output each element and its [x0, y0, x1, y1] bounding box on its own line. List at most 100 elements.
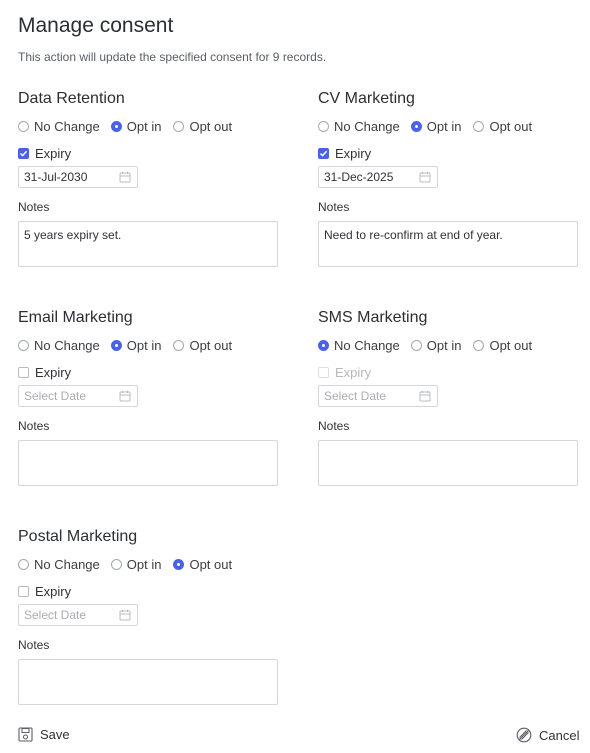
radio-opt-out[interactable]: Opt out	[173, 119, 232, 134]
notes-label: Notes	[318, 200, 350, 214]
radio-label: Opt in	[126, 118, 162, 134]
radio-label: No Change	[34, 118, 100, 134]
page-subtitle: This action will update the specified co…	[18, 50, 327, 64]
calendar-icon[interactable]	[119, 609, 131, 621]
radio-label: Opt in	[426, 118, 462, 134]
expiry-date-input[interactable]: 31-Dec-2025	[318, 166, 438, 188]
radio-circle-icon	[110, 120, 122, 132]
notes-textarea[interactable]	[18, 440, 278, 486]
notes-textarea[interactable]: 5 years expiry set.	[18, 221, 278, 267]
radio-opt-in[interactable]: Opt in	[410, 337, 462, 353]
expiry-label: Expiry	[35, 146, 72, 161]
consent-section: SMS Marketing No Change Opt in Opt out Expir…	[318, 309, 578, 509]
section-title: SMS Marketing	[318, 309, 428, 326]
expiry-label: Expiry	[35, 365, 72, 380]
notes-label: Notes	[18, 419, 50, 433]
checkbox-icon	[18, 148, 29, 159]
radio-no-change[interactable]: No Change	[318, 119, 400, 134]
notes-label: Notes	[18, 638, 50, 652]
notes-textarea[interactable]: Need to re-confirm at end of year.	[318, 221, 578, 267]
radio-label: No Change	[334, 337, 400, 353]
radio-opt-out[interactable]: Opt out	[473, 119, 532, 134]
calendar-icon[interactable]	[119, 171, 131, 183]
radio-circle-icon	[18, 120, 29, 132]
notes-label: Notes	[18, 200, 50, 214]
expiry-label: Expiry	[335, 146, 372, 161]
radio-circle-icon	[410, 120, 422, 132]
notes-textarea[interactable]	[18, 659, 278, 705]
radio-label: No Change	[334, 118, 400, 134]
consent-radio-group: No Change Opt in Opt out	[18, 556, 242, 572]
date-placeholder: Select Date	[24, 608, 87, 622]
section-title: Data Retention	[18, 90, 125, 107]
notes-label: Notes	[318, 419, 350, 433]
radio-label: Opt out	[489, 337, 533, 353]
expiry-checkbox[interactable]: Expiry	[18, 146, 71, 161]
page-title: Manage consent	[18, 14, 174, 37]
radio-opt-in[interactable]: Opt in	[110, 118, 162, 134]
consent-radio-group: No Change Opt in Opt out	[18, 337, 242, 353]
calendar-icon[interactable]	[119, 390, 131, 402]
radio-circle-icon	[318, 339, 329, 351]
radio-circle-icon	[473, 339, 485, 351]
radio-label: Opt in	[126, 337, 162, 353]
radio-no-change[interactable]: No Change	[18, 119, 100, 134]
expiry-date-input[interactable]: Select Date	[18, 385, 138, 407]
radio-circle-icon	[18, 558, 29, 570]
consent-section: Email Marketing No Change Opt in Opt out Exp…	[18, 309, 278, 509]
radio-no-change[interactable]: No Change	[18, 338, 100, 353]
section-title: CV Marketing	[318, 90, 415, 107]
radio-circle-icon	[18, 339, 29, 351]
radio-circle-icon	[110, 339, 122, 351]
expiry-checkbox[interactable]: Expiry	[18, 584, 71, 599]
consent-section: Data Retention No Change Opt in Opt out Expi…	[18, 90, 278, 290]
date-placeholder: Select Date	[324, 389, 387, 403]
notes-textarea[interactable]	[318, 440, 578, 486]
save-button[interactable]: Save	[18, 727, 70, 742]
radio-label: Opt out	[189, 337, 233, 353]
radio-no-change[interactable]: No Change	[318, 338, 400, 353]
radio-circle-icon	[110, 558, 122, 570]
radio-circle-icon	[173, 339, 185, 351]
checkbox-icon	[18, 367, 29, 378]
radio-opt-in[interactable]: Opt in	[410, 118, 462, 134]
cancel-label: Cancel	[539, 727, 580, 743]
expiry-label: Expiry	[335, 365, 372, 380]
save-label: Save	[40, 727, 70, 742]
calendar-icon[interactable]	[419, 390, 431, 402]
radio-label: No Change	[34, 337, 100, 353]
radio-label: No Change	[34, 556, 100, 572]
radio-opt-out[interactable]: Opt out	[473, 338, 532, 353]
consent-radio-group: No Change Opt in Opt out	[18, 118, 242, 134]
radio-label: Opt out	[189, 556, 233, 572]
expiry-checkbox[interactable]: Expiry	[318, 146, 371, 161]
expiry-checkbox[interactable]: Expiry	[18, 365, 71, 380]
radio-label: Opt out	[489, 118, 533, 134]
expiry-date-input[interactable]: Select Date	[318, 385, 438, 407]
radio-label: Opt in	[126, 556, 162, 572]
radio-label: Opt out	[189, 118, 233, 134]
consent-section: CV Marketing No Change Opt in Opt out Expiry…	[318, 90, 578, 290]
radio-circle-icon	[173, 120, 185, 132]
radio-circle-icon	[473, 120, 485, 132]
date-value: 31-Jul-2030	[24, 170, 88, 184]
radio-circle-icon	[318, 120, 329, 132]
cancel-icon	[516, 727, 532, 743]
checkbox-icon	[18, 586, 29, 597]
calendar-icon[interactable]	[419, 171, 431, 183]
radio-opt-in[interactable]: Opt in	[110, 337, 162, 353]
radio-no-change[interactable]: No Change	[18, 557, 100, 572]
expiry-date-input[interactable]: 31-Jul-2030	[18, 166, 138, 188]
expiry-date-input[interactable]: Select Date	[18, 604, 138, 626]
section-title: Postal Marketing	[18, 528, 138, 545]
cancel-button[interactable]: Cancel	[516, 727, 579, 743]
radio-opt-out[interactable]: Opt out	[173, 338, 232, 353]
radio-opt-in[interactable]: Opt in	[110, 556, 162, 572]
radio-label: Opt in	[426, 337, 462, 353]
radio-opt-out[interactable]: Opt out	[173, 557, 232, 572]
consent-section: Postal Marketing No Change Opt in Opt out Ex…	[18, 528, 278, 728]
consent-radio-group: No Change Opt in Opt out	[318, 118, 542, 134]
consent-radio-group: No Change Opt in Opt out	[318, 337, 542, 353]
expiry-label: Expiry	[35, 584, 72, 599]
expiry-checkbox: Expiry	[318, 365, 371, 380]
